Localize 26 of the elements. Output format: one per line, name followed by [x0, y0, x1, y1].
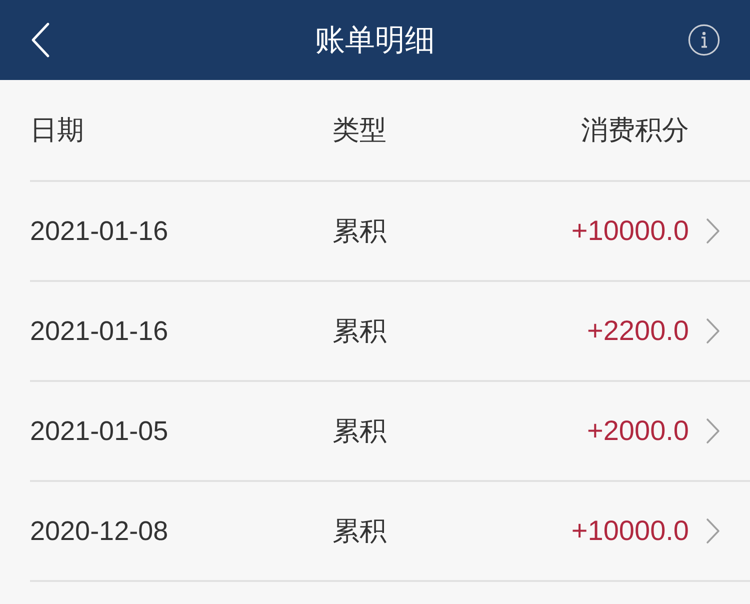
- bill-row[interactable]: 2020-12-08 累积 +10000.0: [30, 482, 750, 582]
- column-header: 日期: [30, 114, 84, 147]
- column-header: 消费积分: [581, 114, 689, 147]
- date-cell-text: 2021-01-05: [30, 415, 168, 448]
- chevron-right-icon: [706, 518, 720, 544]
- bill-row[interactable]: 2021-01-05 累积 +2000.0: [30, 382, 750, 482]
- points-cell: +10000.0: [571, 214, 689, 248]
- type-cell-text: 累积: [332, 415, 386, 448]
- type-cell-text: 累积: [332, 215, 386, 248]
- type-cell-text: 累积: [332, 515, 386, 548]
- date-cell-text: 2021-01-16: [30, 315, 168, 348]
- page-title: 账单明细: [315, 23, 435, 59]
- chevron-right-icon: [706, 218, 720, 244]
- back-chevron-icon: [30, 22, 50, 58]
- info-icon: [688, 24, 720, 56]
- column-header: 类型: [332, 114, 386, 147]
- bill-row[interactable]: 2021-01-16 累积 +10000.0: [30, 182, 750, 282]
- bill-row[interactable]: 2021-01-16 累积 +2200.0: [30, 282, 750, 382]
- points-cell: +10000.0: [571, 514, 689, 548]
- points-cell: +2000.0: [587, 414, 689, 448]
- date-cell-text: 2020-12-08: [30, 515, 168, 548]
- chevron-right-icon: [706, 318, 720, 344]
- date-cell-text: 2021-01-16: [30, 215, 168, 248]
- points-cell: +2200.0: [587, 314, 689, 348]
- chevron-right-icon: [706, 418, 720, 444]
- type-cell-text: 累积: [332, 315, 386, 348]
